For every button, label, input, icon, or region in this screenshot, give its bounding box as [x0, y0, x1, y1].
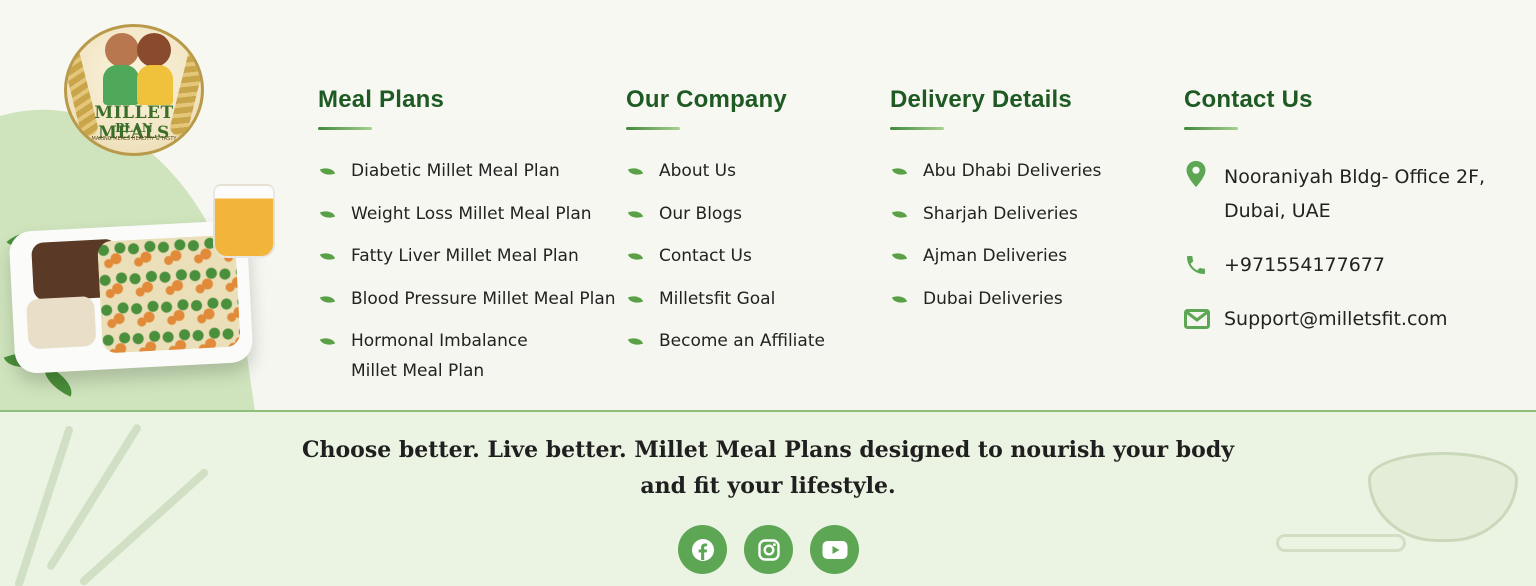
leaf-bullet-icon — [627, 292, 644, 306]
leaf-bullet-icon — [627, 165, 644, 178]
youtube-icon — [822, 540, 847, 559]
meal-plan-link[interactable]: Blood Pressure Millet Meal Plan — [318, 284, 621, 314]
brand-logo[interactable]: MILLET MEALS PLAN MAKING MEALS HEALTHY &… — [64, 24, 204, 156]
delivery-list: Abu Dhabi Deliveries Sharjah Deliveries … — [890, 156, 1163, 314]
leaf-bullet-icon — [891, 207, 908, 221]
phone-row[interactable]: +971554177677 — [1184, 248, 1494, 282]
leaf-bullet-icon — [891, 250, 908, 263]
footer-top-section: MILLET MEALS PLAN MAKING MEALS HEALTHY &… — [0, 0, 1536, 411]
company-column: Our Company About Us Our Blogs Contact U… — [626, 86, 859, 369]
company-link[interactable]: Our Blogs — [626, 199, 859, 229]
company-link[interactable]: Contact Us — [626, 241, 859, 271]
heading-underline — [1184, 127, 1238, 130]
juice-glass-image — [213, 184, 275, 258]
delivery-link[interactable]: Ajman Deliveries — [890, 241, 1163, 271]
facebook-icon — [691, 538, 714, 561]
meal-plan-link[interactable]: Fatty Liver Millet Meal Plan — [318, 241, 621, 271]
delivery-link[interactable]: Dubai Deliveries — [890, 284, 1163, 314]
email-row[interactable]: Support@milletsfit.com — [1184, 302, 1494, 336]
phone-icon — [1187, 256, 1205, 274]
facebook-button[interactable] — [678, 525, 727, 574]
leaf-bullet-icon — [627, 335, 644, 348]
contact-heading: Contact Us — [1184, 86, 1313, 113]
meal-plan-link[interactable]: Weight Loss Millet Meal Plan — [318, 199, 621, 229]
leaf-bullet-icon — [891, 292, 908, 306]
location-pin-icon — [1186, 161, 1206, 187]
delivery-link[interactable]: Sharjah Deliveries — [890, 199, 1163, 229]
leaf-bullet-icon — [627, 207, 644, 221]
leaf-bullet-icon — [891, 165, 908, 178]
logo-text-sub: PLAN — [115, 121, 153, 135]
address-row: Nooraniyah Bldg- Office 2F, Dubai, UAE — [1184, 160, 1494, 228]
meal-plans-list: Diabetic Millet Meal Plan Weight Loss Mi… — [318, 156, 621, 386]
instagram-icon — [757, 538, 780, 561]
email-text: Support@milletsfit.com — [1224, 308, 1448, 330]
company-list: About Us Our Blogs Contact Us Milletsfit… — [626, 156, 859, 356]
leaf-bullet-icon — [319, 335, 336, 348]
delivery-heading: Delivery Details — [890, 86, 1072, 113]
footer-tagline: Choose better. Live better. Millet Meal … — [301, 437, 1234, 499]
meal-plans-column: Meal Plans Diabetic Millet Meal Plan Wei… — [318, 86, 621, 399]
company-link[interactable]: Become an Affiliate — [626, 326, 859, 356]
company-heading: Our Company — [626, 86, 787, 113]
company-link[interactable]: About Us — [626, 156, 859, 186]
contact-column: Contact Us Nooraniyah Bldg- Office 2F, D… — [1184, 86, 1494, 336]
footer-bottom-section: Choose better. Live better. Millet Meal … — [0, 412, 1536, 586]
phone-text: +971554177677 — [1224, 254, 1385, 276]
meal-plan-link[interactable]: Diabetic Millet Meal Plan — [318, 156, 621, 186]
address-text: Nooraniyah Bldg- Office 2F, Dubai, UAE — [1224, 166, 1486, 222]
heading-underline — [890, 127, 944, 130]
heading-underline — [626, 127, 680, 130]
leaf-bullet-icon — [319, 250, 336, 263]
mail-icon — [1184, 309, 1210, 329]
company-link[interactable]: Milletsfit Goal — [626, 284, 859, 314]
delivery-column: Delivery Details Abu Dhabi Deliveries Sh… — [890, 86, 1163, 326]
meal-plans-heading: Meal Plans — [318, 86, 445, 113]
social-links — [678, 525, 859, 574]
youtube-button[interactable] — [810, 525, 859, 574]
logo-tagline: MAKING MEALS HEALTHY & TASTY — [91, 136, 177, 142]
instagram-button[interactable] — [744, 525, 793, 574]
leaf-bullet-icon — [319, 207, 336, 221]
meal-plan-link[interactable]: Hormonal Imbalance Millet Meal Plan — [318, 326, 621, 386]
logo-person-icon — [105, 33, 139, 67]
spoon-decoration — [1276, 534, 1406, 552]
leaf-bullet-icon — [627, 250, 644, 263]
leaf-bullet-icon — [319, 165, 336, 178]
delivery-link[interactable]: Abu Dhabi Deliveries — [890, 156, 1163, 186]
heading-underline — [318, 127, 372, 130]
leaf-bullet-icon — [319, 292, 336, 306]
logo-person-icon — [137, 33, 171, 67]
